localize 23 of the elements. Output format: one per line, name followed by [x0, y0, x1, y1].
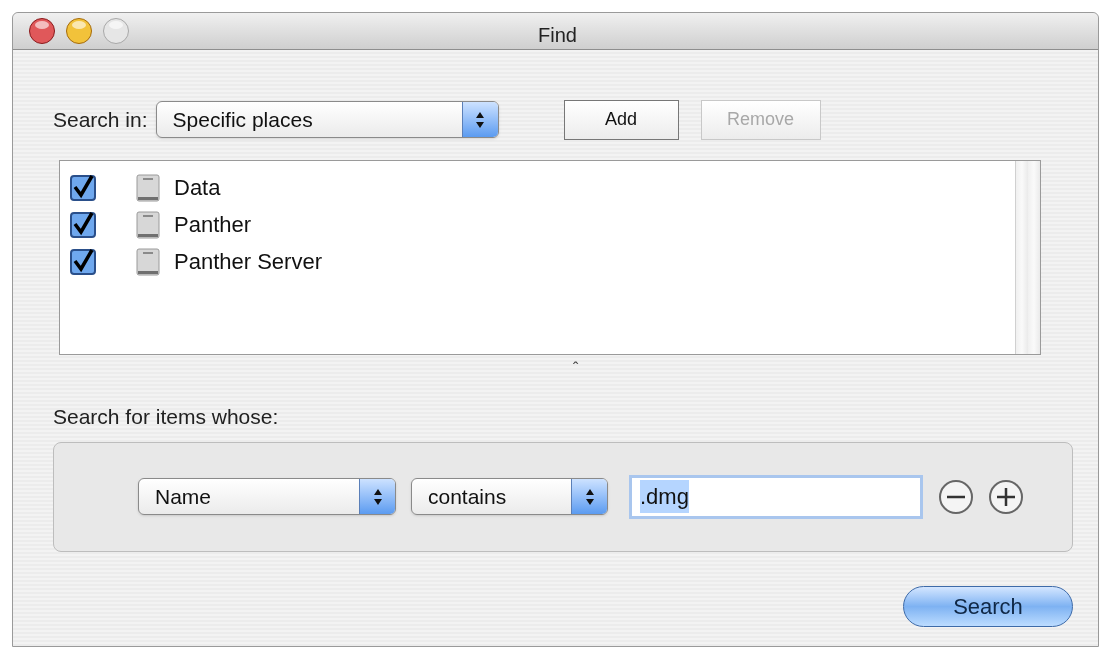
drive-icon	[134, 209, 162, 240]
place-name: Panther Server	[174, 248, 322, 276]
location-popup[interactable]: Specific places	[155, 101, 499, 138]
drive-icon	[134, 246, 162, 277]
criteria-label: Search for items whose:	[53, 404, 280, 430]
close-button[interactable]	[28, 17, 56, 45]
checkbox[interactable]	[70, 211, 96, 238]
minimize-button[interactable]	[65, 17, 93, 45]
window-title: Find	[538, 23, 577, 48]
operator-popup[interactable]: contains	[411, 478, 608, 515]
search-in-label: Search in:	[53, 106, 148, 133]
search-button[interactable]: Search	[903, 585, 1073, 627]
attribute-popup[interactable]: Name	[138, 478, 396, 515]
remove-criterion-button[interactable]	[938, 478, 974, 515]
add-criterion-button[interactable]	[988, 478, 1024, 515]
place-name: Panther	[174, 211, 252, 239]
checkbox[interactable]	[70, 174, 96, 201]
add-button[interactable]: Add	[563, 99, 679, 140]
splitter-handle[interactable]: ˆ	[573, 359, 579, 379]
drive-icon	[134, 172, 162, 203]
value-field[interactable]: .dmg	[629, 474, 923, 519]
checkbox[interactable]	[70, 248, 96, 275]
place-name: Data	[174, 174, 221, 202]
